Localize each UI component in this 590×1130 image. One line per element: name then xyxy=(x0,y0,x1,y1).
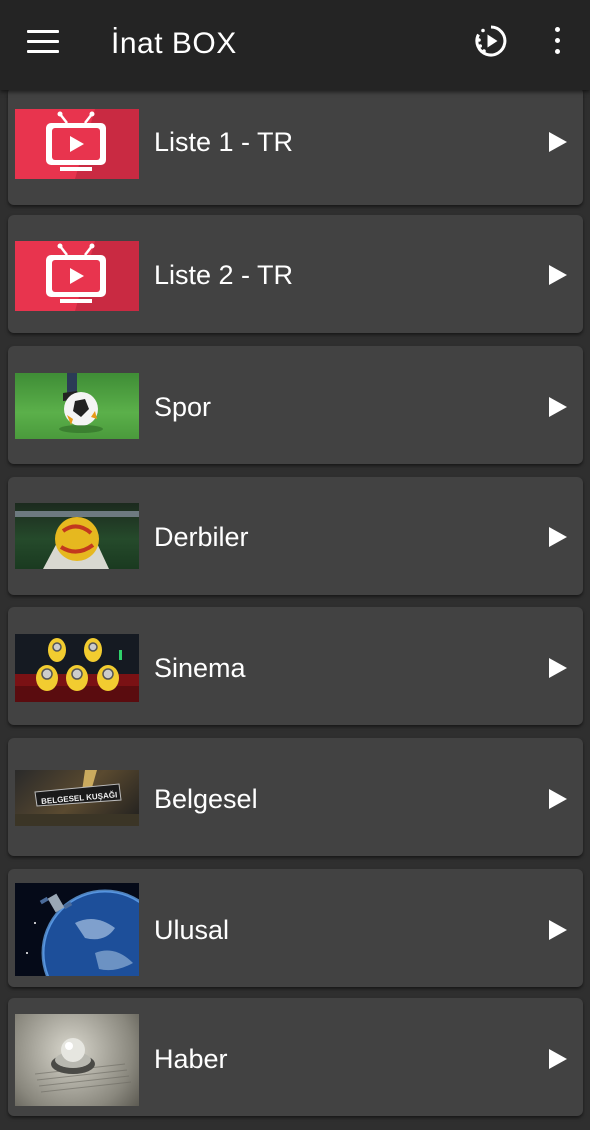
item-label: Spor xyxy=(154,392,212,422)
football-grass-image xyxy=(15,373,139,439)
item-label: Liste 1 - TR xyxy=(154,127,294,157)
tv-icon xyxy=(15,109,139,179)
chevron-right-icon xyxy=(549,265,567,285)
chevron-right-icon xyxy=(549,397,567,417)
earth-satellite-image xyxy=(15,883,139,976)
list-item-haber[interactable]: Haber xyxy=(8,998,583,1116)
cinema-minions-image xyxy=(15,634,139,702)
list-item-belgesel[interactable]: BELGESEL KUŞAĞI Belgesel xyxy=(8,738,583,856)
list-item-liste-1[interactable]: Liste 1 - TR xyxy=(8,87,583,205)
list-item-derbiler[interactable]: Derbiler xyxy=(8,477,583,595)
chevron-right-icon xyxy=(549,132,567,152)
item-label: Ulusal xyxy=(154,915,230,945)
app-title: İnat BOX xyxy=(111,27,237,60)
item-label: Belgesel xyxy=(154,784,258,814)
item-label: Liste 2 - TR xyxy=(154,260,294,290)
list-item-liste-2[interactable]: Liste 2 - TR xyxy=(8,215,583,333)
item-label: Haber xyxy=(154,1044,228,1074)
chevron-right-icon xyxy=(549,658,567,678)
menu-icon[interactable] xyxy=(27,30,59,56)
list-item-sinema[interactable]: Sinema xyxy=(8,607,583,725)
item-label: Sinema xyxy=(154,653,246,683)
tv-icon xyxy=(15,241,139,311)
item-label: Derbiler xyxy=(154,522,249,552)
news-paper-image xyxy=(15,1014,139,1106)
stadium-ball-image xyxy=(15,503,139,569)
chevron-right-icon xyxy=(549,527,567,547)
list-item-spor[interactable]: Spor xyxy=(8,346,583,464)
chevron-right-icon xyxy=(549,789,567,809)
play-circle-icon[interactable] xyxy=(474,24,508,58)
chevron-right-icon xyxy=(549,1049,567,1069)
app-bar: İnat BOX xyxy=(0,0,590,90)
more-vert-icon[interactable] xyxy=(549,27,565,57)
chevron-right-icon xyxy=(549,920,567,940)
belgesel-kusagi-image: BELGESEL KUŞAĞI xyxy=(15,770,139,826)
list-item-ulusal[interactable]: Ulusal xyxy=(8,869,583,987)
